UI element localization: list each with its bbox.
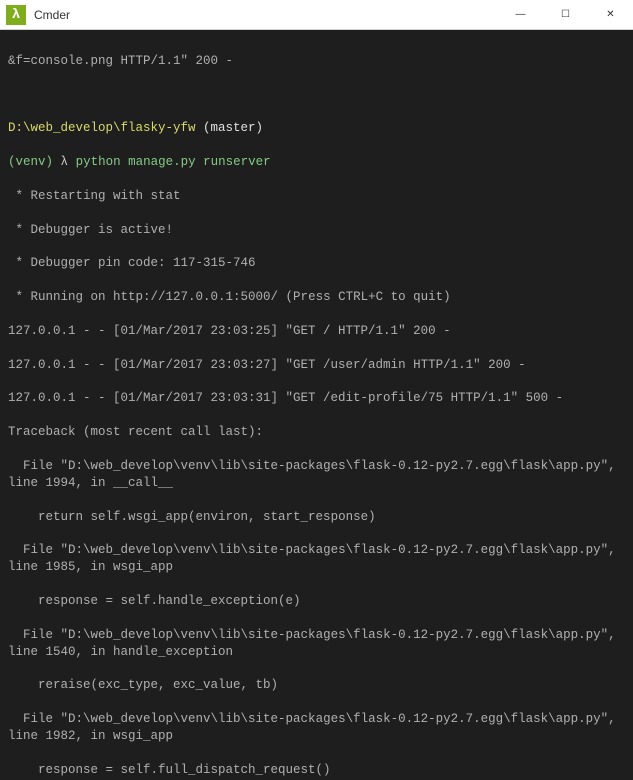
maximize-button[interactable]: ☐ [543, 0, 588, 29]
request-line: 127.0.0.1 - - [01/Mar/2017 23:03:31] "GE… [8, 390, 625, 407]
log-line: &f=console.png HTTP/1.1" 200 - [8, 53, 625, 70]
window-titlebar[interactable]: λ Cmder — ☐ ✕ [0, 0, 633, 30]
prompt-path: D:\web_develop\flasky-yfw [8, 121, 196, 135]
app-icon: λ [6, 5, 26, 25]
startup-line: * Debugger is active! [8, 222, 625, 239]
terminal-output[interactable]: &f=console.png HTTP/1.1" 200 - D:\web_de… [0, 30, 633, 780]
request-line: 127.0.0.1 - - [01/Mar/2017 23:03:25] "GE… [8, 323, 625, 340]
traceback-file: File "D:\web_develop\venv\lib\site-packa… [8, 458, 625, 492]
window-controls: — ☐ ✕ [498, 0, 633, 29]
request-line: 127.0.0.1 - - [01/Mar/2017 23:03:27] "GE… [8, 357, 625, 374]
traceback-header: Traceback (most recent call last): [8, 424, 625, 441]
window-title: Cmder [34, 8, 498, 22]
traceback-code: return self.wsgi_app(environ, start_resp… [8, 509, 625, 526]
traceback-file: File "D:\web_develop\venv\lib\site-packa… [8, 627, 625, 661]
close-button[interactable]: ✕ [588, 0, 633, 29]
prompt-branch: (master) [203, 121, 263, 135]
traceback-file: File "D:\web_develop\venv\lib\site-packa… [8, 542, 625, 576]
venv-indicator: (venv) [8, 155, 53, 169]
minimize-button[interactable]: — [498, 0, 543, 29]
startup-line: * Running on http://127.0.0.1:5000/ (Pre… [8, 289, 625, 306]
blank-line [8, 87, 625, 104]
startup-line: * Debugger pin code: 117-315-746 [8, 255, 625, 272]
traceback-code: response = self.handle_exception(e) [8, 593, 625, 610]
traceback-file: File "D:\web_develop\venv\lib\site-packa… [8, 711, 625, 745]
lambda-prompt: λ [61, 155, 69, 169]
traceback-code: response = self.full_dispatch_request() [8, 762, 625, 779]
traceback-code: reraise(exc_type, exc_value, tb) [8, 677, 625, 694]
prompt-line: D:\web_develop\flasky-yfw (master) [8, 120, 625, 137]
startup-line: * Restarting with stat [8, 188, 625, 205]
command-line: (venv) λ python manage.py runserver [8, 154, 625, 171]
command-text: python manage.py runserver [76, 155, 271, 169]
